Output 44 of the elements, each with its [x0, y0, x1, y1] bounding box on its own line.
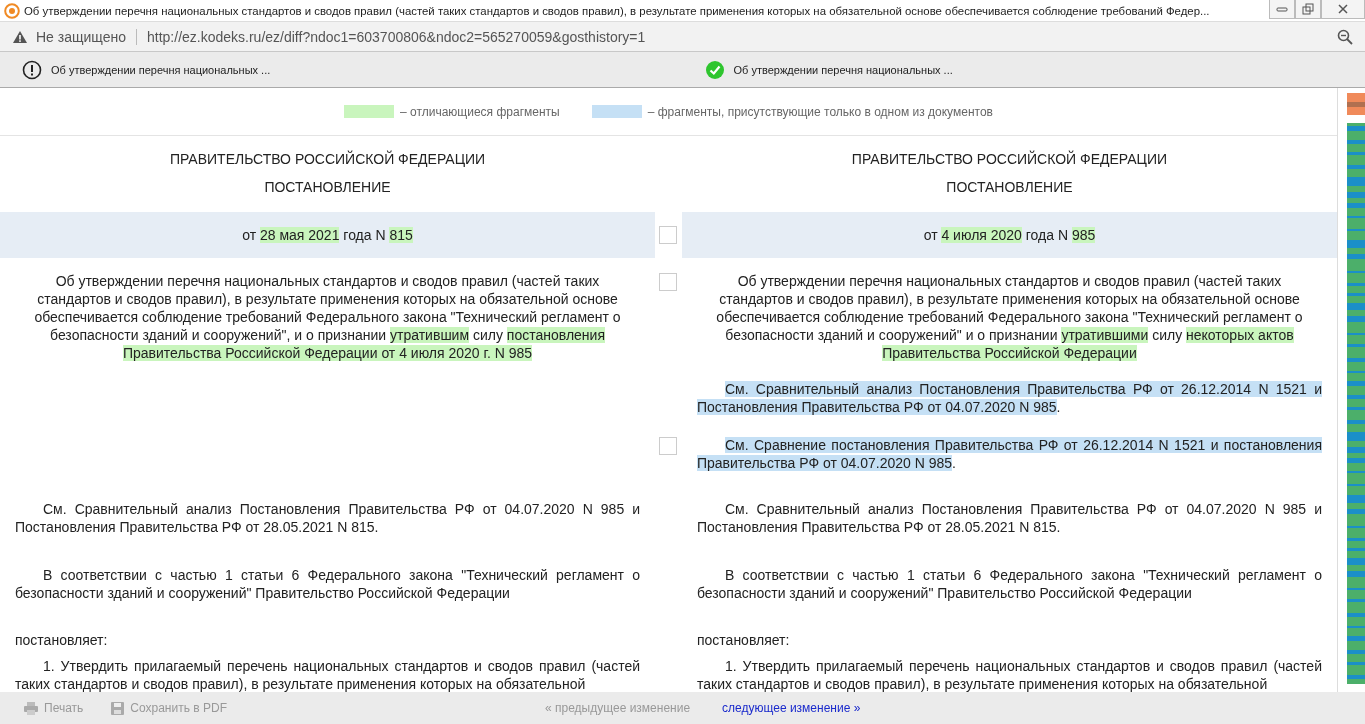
checkbox[interactable] [659, 273, 678, 291]
restore-button[interactable] [1295, 0, 1321, 19]
paragraph: 1. Утвердить прилагаемый перечень национальных стандартов и сводов правил (частей таких стандартов и сводов правил), в результате применения которых на обязательной [696, 657, 1322, 692]
paragraph: постановляет: [15, 631, 109, 649]
paragraph: В соответствии с частью 1 статьи 6 Федерального закона "Технический регламент о безопасности зданий и сооружений" Правительство Российской Федерации [15, 566, 640, 602]
paragraph: См. Сравнительный анализ Постановления Правительства РФ от 04.07.2020 N 985 и Постановления Правительства РФ от 28.05.2021 N 815. [15, 500, 640, 536]
paragraph: В соответствии с частью 1 статьи 6 Федерального закона "Технический регламент о безопасности зданий и сооружений" Правительство Российской Федерации [696, 566, 1322, 602]
window-title: Об утверждении перечня национальных стандартов и сводов правил (частей таких стандартов и сводов правил), в результате применения которых на обязательной основе обеспечивается соблюдение требований Федер... [24, 4, 1211, 17]
paragraph: ПОСТАНОВЛЕНИЕ [945, 178, 1074, 196]
document-title[interactable]: Об утверждении перечня национальных ... [51, 63, 271, 76]
paragraph: ПРАВИТЕЛЬСТВО РОССИЙСКОЙ ФЕДЕРАЦИИ [168, 150, 487, 168]
close-icon [1337, 3, 1349, 15]
exclamation-icon [22, 59, 42, 80]
checkbox[interactable] [659, 226, 678, 244]
paragraph: ПРАВИТЕЛЬСТВО РОССИЙСКОЙ ФЕДЕРАЦИИ [850, 150, 1169, 168]
paragraph: Об утверждении перечня национальных стандартов и сводов правил (частей таких стандартов и сводов правил), в результате применения которых на обязательной основе обеспечивается соблюдение требований Федерального закона "Технический регламент о безопасности зданий и сооружений" и о признании утратившими силу некоторых актов Правительства Российской Федерации [715, 272, 1304, 362]
browser-logo-icon [4, 2, 20, 19]
legend-swatch [344, 105, 395, 118]
paragraph: ПОСТАНОВЛЕНИЕ [263, 178, 392, 196]
zoom-icon[interactable] [1337, 28, 1353, 45]
restore-icon [1302, 3, 1314, 15]
document-title[interactable]: Об утверждении перечня национальных ... [733, 63, 953, 76]
close-button[interactable] [1321, 0, 1365, 19]
check-icon [704, 59, 725, 80]
url-field[interactable]: http://ez.kodeks.ru/ez/diff?ndoc1=603700806&ndoc2=565270059&gosthistory=1 [147, 28, 1329, 45]
security-label: Не защищено [36, 28, 126, 45]
printer-icon [24, 701, 38, 715]
minimize-button[interactable] [1269, 0, 1295, 19]
paragraph: от 28 мая 2021 года N 815 [241, 226, 414, 244]
paragraph: 1. Утвердить прилагаемый перечень национальных стандартов и сводов правил (частей таких стандартов и сводов правил), в результате применения которых на обязательной [15, 657, 640, 692]
legend-label: – фрагменты, присутствующие только в одном из документов [647, 104, 993, 119]
legend-swatch [591, 105, 642, 118]
paragraph: См. Сравнение постановления Правительства РФ от 26.12.2014 N 1521 и постановления Правительства РФ от 04.07.2020 N 985. [696, 436, 1322, 472]
paragraph: Об утверждении перечня национальных стандартов и сводов правил (частей таких стандартов и сводов правил), в результате применения которых на обязательной основе обеспечивается соблюдение требований Федерального закона "Технический регламент о безопасности зданий и сооружений", и о признании утратившим силу постановления Правительства Российской Федерации от 4 июля 2020 г. N 985 [33, 272, 622, 362]
warning-icon [12, 29, 28, 44]
legend-label: – отличающиеся фрагменты [400, 104, 560, 119]
paragraph: постановляет: [696, 631, 791, 649]
navigation-link[interactable]: следующее изменение » [718, 699, 865, 717]
paragraph: См. Сравнительный анализ Постановления Правительства РФ от 26.12.2014 N 1521 и Постановления Правительства РФ от 04.07.2020 N 985. [696, 380, 1322, 416]
checkbox[interactable] [659, 437, 678, 455]
paragraph: от 4 июля 2020 года N 985 [922, 226, 1097, 244]
change-map-drawing[interactable] [1347, 93, 1365, 687]
minimize-icon [1276, 4, 1288, 14]
paragraph: См. Сравнительный анализ Постановления Правительства РФ от 04.07.2020 N 985 и Постановления Правительства РФ от 28.05.2021 N 815. [696, 500, 1322, 536]
